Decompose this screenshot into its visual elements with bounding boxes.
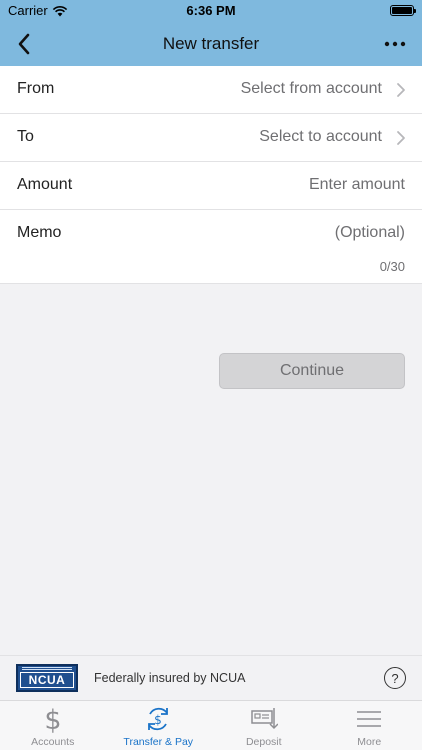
continue-button[interactable]: Continue [219,353,405,389]
battery-icon [390,5,416,16]
clock: 6:36 PM [186,3,236,18]
ncua-footer: NCUA Federally insured by NCUA ? [0,655,422,700]
tab-label: Deposit [245,736,282,748]
menu-icon [357,711,382,727]
amount-input[interactable]: Enter amount [309,176,405,194]
dollar-icon: $ [44,705,61,733]
help-icon[interactable]: ? [384,667,406,689]
from-account-value: Select from account [240,80,382,97]
to-account-row[interactable]: To Select to account [0,114,422,162]
amount-row[interactable]: Amount Enter amount [0,162,422,210]
chevron-right-icon [397,83,405,97]
tab-transfer-pay[interactable]: $ Transfer & Pay [106,701,212,750]
tab-more[interactable]: More [317,701,422,750]
to-account-value: Select to account [259,128,382,145]
tab-deposit[interactable]: Deposit [211,701,317,750]
chevron-right-icon [397,131,405,145]
page-title: New transfer [162,34,260,53]
ncua-insured-text: Federally insured by NCUA [94,671,246,685]
from-account-row[interactable]: From Select from account [0,66,422,114]
ncua-logo-text: NCUA [20,672,74,688]
tab-label: Transfer & Pay [123,736,194,748]
svg-text:$: $ [154,713,162,727]
to-label: To [17,128,34,145]
tab-accounts[interactable]: $ Accounts [0,701,106,750]
ellipsis-icon [384,41,406,47]
ncua-logo: NCUA [16,664,78,692]
status-bar: Carrier 6:36 PM [0,0,422,22]
memo-label: Memo [17,224,62,241]
svg-text:$: $ [44,705,61,733]
navigation-bar: New transfer [0,22,422,66]
transfer-form: From Select from account To Select to ac… [0,66,422,284]
memo-character-counter: 0/30 [379,259,405,274]
transfer-pay-icon: $ [148,707,169,731]
from-label: From [17,80,55,97]
tab-bar: $ Accounts $ Transfer & Pay Deposit More [0,700,422,750]
deposit-check-icon [251,708,278,730]
tab-label: More [357,736,382,748]
tab-label: Accounts [31,736,75,748]
memo-row[interactable]: Memo (Optional) 0/30 [0,210,422,284]
memo-input[interactable]: (Optional) [335,224,405,242]
more-options-button[interactable] [380,30,410,58]
amount-label: Amount [17,176,73,193]
